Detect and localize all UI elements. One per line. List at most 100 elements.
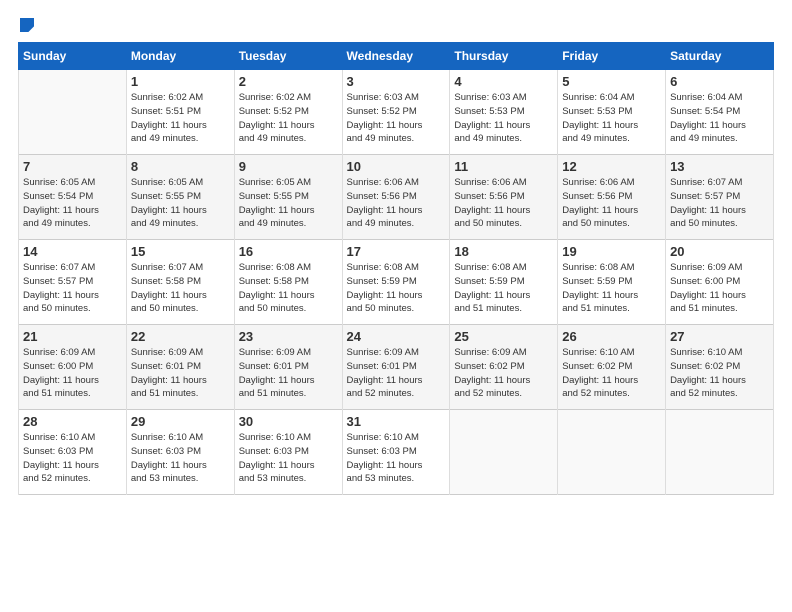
day-number: 26 xyxy=(562,329,661,344)
day-cell: 5 Sunrise: 6:04 AMSunset: 5:53 PMDaylight… xyxy=(558,70,666,155)
week-row-3: 14 Sunrise: 6:07 AMSunset: 5:57 PMDayligh… xyxy=(19,240,774,325)
day-info: Sunrise: 6:04 AMSunset: 5:53 PMDaylight:… xyxy=(562,91,661,146)
day-cell: 22 Sunrise: 6:09 AMSunset: 6:01 PMDayligh… xyxy=(126,325,234,410)
day-info: Sunrise: 6:07 AMSunset: 5:57 PMDaylight:… xyxy=(23,261,122,316)
day-cell: 6 Sunrise: 6:04 AMSunset: 5:54 PMDaylight… xyxy=(666,70,774,155)
day-number: 14 xyxy=(23,244,122,259)
day-cell: 24 Sunrise: 6:09 AMSunset: 6:01 PMDayligh… xyxy=(342,325,450,410)
day-cell: 29Sunrise: 6:10 AMSunset: 6:03 PMDayligh… xyxy=(126,410,234,495)
day-cell: 26 Sunrise: 6:10 AMSunset: 6:02 PMDayligh… xyxy=(558,325,666,410)
day-info: Sunrise: 6:10 AMSunset: 6:03 PMDaylight:… xyxy=(239,431,338,486)
day-cell: 19 Sunrise: 6:08 AMSunset: 5:59 PMDayligh… xyxy=(558,240,666,325)
day-cell: 23Sunrise: 6:09 AMSunset: 6:01 PMDayligh… xyxy=(234,325,342,410)
day-cell: 31 Sunrise: 6:10 AMSunset: 6:03 PMDayligh… xyxy=(342,410,450,495)
col-header-friday: Friday xyxy=(558,43,666,70)
day-number: 12 xyxy=(562,159,661,174)
day-number: 2 xyxy=(239,74,338,89)
day-number: 24 xyxy=(347,329,446,344)
col-header-saturday: Saturday xyxy=(666,43,774,70)
day-info: Sunrise: 6:09 AMSunset: 6:01 PMDaylight:… xyxy=(239,346,338,401)
day-info: Sunrise: 6:07 AMSunset: 5:57 PMDaylight:… xyxy=(670,176,769,231)
day-number: 10 xyxy=(347,159,446,174)
day-info: Sunrise: 6:09 AMSunset: 6:00 PMDaylight:… xyxy=(23,346,122,401)
day-cell: 14 Sunrise: 6:07 AMSunset: 5:57 PMDayligh… xyxy=(19,240,127,325)
day-cell: 13 Sunrise: 6:07 AMSunset: 5:57 PMDayligh… xyxy=(666,155,774,240)
day-info: Sunrise: 6:08 AMSunset: 5:59 PMDaylight:… xyxy=(347,261,446,316)
day-number: 5 xyxy=(562,74,661,89)
day-number: 13 xyxy=(670,159,769,174)
day-cell: 18Sunrise: 6:08 AMSunset: 5:59 PMDayligh… xyxy=(450,240,558,325)
day-info: Sunrise: 6:06 AMSunset: 5:56 PMDaylight:… xyxy=(347,176,446,231)
day-number: 25 xyxy=(454,329,553,344)
day-number: 17 xyxy=(347,244,446,259)
day-cell: 3 Sunrise: 6:03 AMSunset: 5:52 PMDaylight… xyxy=(342,70,450,155)
day-number: 31 xyxy=(347,414,446,429)
day-number: 27 xyxy=(670,329,769,344)
day-cell: 11 Sunrise: 6:06 AMSunset: 5:56 PMDayligh… xyxy=(450,155,558,240)
day-info: Sunrise: 6:05 AMSunset: 5:54 PMDaylight:… xyxy=(23,176,122,231)
day-number: 1 xyxy=(131,74,230,89)
day-number: 20 xyxy=(670,244,769,259)
day-number: 16 xyxy=(239,244,338,259)
day-info: Sunrise: 6:10 AMSunset: 6:03 PMDaylight:… xyxy=(23,431,122,486)
day-info: Sunrise: 6:05 AMSunset: 5:55 PMDaylight:… xyxy=(131,176,230,231)
day-cell: 21 Sunrise: 6:09 AMSunset: 6:00 PMDayligh… xyxy=(19,325,127,410)
day-cell xyxy=(19,70,127,155)
day-info: Sunrise: 6:05 AMSunset: 5:55 PMDaylight:… xyxy=(239,176,338,231)
day-number: 28 xyxy=(23,414,122,429)
week-row-5: 28 Sunrise: 6:10 AMSunset: 6:03 PMDayligh… xyxy=(19,410,774,495)
col-header-wednesday: Wednesday xyxy=(342,43,450,70)
day-number: 22 xyxy=(131,329,230,344)
day-cell: 25 Sunrise: 6:09 AMSunset: 6:02 PMDayligh… xyxy=(450,325,558,410)
day-number: 11 xyxy=(454,159,553,174)
day-number: 8 xyxy=(131,159,230,174)
day-info: Sunrise: 6:09 AMSunset: 6:01 PMDaylight:… xyxy=(131,346,230,401)
day-cell xyxy=(666,410,774,495)
day-cell: 15Sunrise: 6:07 AMSunset: 5:58 PMDayligh… xyxy=(126,240,234,325)
day-cell xyxy=(450,410,558,495)
day-info: Sunrise: 6:09 AMSunset: 6:01 PMDaylight:… xyxy=(347,346,446,401)
day-info: Sunrise: 6:09 AMSunset: 6:00 PMDaylight:… xyxy=(670,261,769,316)
day-cell: 7Sunrise: 6:05 AMSunset: 5:54 PMDaylight… xyxy=(19,155,127,240)
day-info: Sunrise: 6:06 AMSunset: 5:56 PMDaylight:… xyxy=(562,176,661,231)
day-info: Sunrise: 6:08 AMSunset: 5:58 PMDaylight:… xyxy=(239,261,338,316)
day-info: Sunrise: 6:06 AMSunset: 5:56 PMDaylight:… xyxy=(454,176,553,231)
day-cell: 12 Sunrise: 6:06 AMSunset: 5:56 PMDayligh… xyxy=(558,155,666,240)
header xyxy=(18,18,774,32)
day-cell: 10 Sunrise: 6:06 AMSunset: 5:56 PMDayligh… xyxy=(342,155,450,240)
day-number: 29 xyxy=(131,414,230,429)
day-info: Sunrise: 6:04 AMSunset: 5:54 PMDaylight:… xyxy=(670,91,769,146)
col-header-tuesday: Tuesday xyxy=(234,43,342,70)
logo-icon xyxy=(20,18,34,32)
day-number: 30 xyxy=(239,414,338,429)
day-cell: 30 Sunrise: 6:10 AMSunset: 6:03 PMDayligh… xyxy=(234,410,342,495)
day-info: Sunrise: 6:08 AMSunset: 5:59 PMDaylight:… xyxy=(454,261,553,316)
week-row-2: 7Sunrise: 6:05 AMSunset: 5:54 PMDaylight… xyxy=(19,155,774,240)
day-info: Sunrise: 6:02 AMSunset: 5:51 PMDaylight:… xyxy=(131,91,230,146)
day-info: Sunrise: 6:10 AMSunset: 6:03 PMDaylight:… xyxy=(347,431,446,486)
day-number: 19 xyxy=(562,244,661,259)
day-info: Sunrise: 6:09 AMSunset: 6:02 PMDaylight:… xyxy=(454,346,553,401)
day-info: Sunrise: 6:10 AMSunset: 6:02 PMDaylight:… xyxy=(670,346,769,401)
day-number: 6 xyxy=(670,74,769,89)
day-cell: 9Sunrise: 6:05 AMSunset: 5:55 PMDaylight… xyxy=(234,155,342,240)
col-header-sunday: Sunday xyxy=(19,43,127,70)
col-header-thursday: Thursday xyxy=(450,43,558,70)
day-cell: 28 Sunrise: 6:10 AMSunset: 6:03 PMDayligh… xyxy=(19,410,127,495)
day-info: Sunrise: 6:10 AMSunset: 6:02 PMDaylight:… xyxy=(562,346,661,401)
col-header-monday: Monday xyxy=(126,43,234,70)
day-info: Sunrise: 6:02 AMSunset: 5:52 PMDaylight:… xyxy=(239,91,338,146)
day-number: 3 xyxy=(347,74,446,89)
day-cell: 20 Sunrise: 6:09 AMSunset: 6:00 PMDayligh… xyxy=(666,240,774,325)
day-cell: 16 Sunrise: 6:08 AMSunset: 5:58 PMDayligh… xyxy=(234,240,342,325)
day-number: 21 xyxy=(23,329,122,344)
day-info: Sunrise: 6:03 AMSunset: 5:52 PMDaylight:… xyxy=(347,91,446,146)
calendar-page: SundayMondayTuesdayWednesdayThursdayFrid… xyxy=(0,0,792,612)
day-info: Sunrise: 6:08 AMSunset: 5:59 PMDaylight:… xyxy=(562,261,661,316)
day-cell: 8 Sunrise: 6:05 AMSunset: 5:55 PMDaylight… xyxy=(126,155,234,240)
day-cell: 4 Sunrise: 6:03 AMSunset: 5:53 PMDaylight… xyxy=(450,70,558,155)
day-info: Sunrise: 6:07 AMSunset: 5:58 PMDaylight:… xyxy=(131,261,230,316)
day-info: Sunrise: 6:03 AMSunset: 5:53 PMDaylight:… xyxy=(454,91,553,146)
day-cell: 27 Sunrise: 6:10 AMSunset: 6:02 PMDayligh… xyxy=(666,325,774,410)
day-number: 4 xyxy=(454,74,553,89)
